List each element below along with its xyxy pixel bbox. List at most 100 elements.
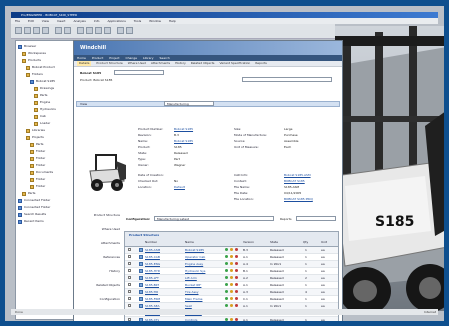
- status-icon[interactable]: [235, 255, 238, 258]
- attribute-link[interactable]: BOBCAT S185: [284, 179, 305, 183]
- cell-name[interactable]: Tire Assy: [185, 289, 221, 295]
- tree-item[interactable]: Workspaces: [18, 50, 76, 57]
- side-label[interactable]: References: [80, 255, 120, 259]
- checkbox-icon[interactable]: [128, 297, 131, 300]
- tree-item[interactable]: Connected Folder: [18, 197, 76, 204]
- edit-icon[interactable]: [230, 283, 233, 286]
- subtab-product-structure[interactable]: Product Structure: [96, 61, 122, 66]
- menu-view[interactable]: View: [42, 19, 49, 23]
- view-select[interactable]: Manufacturing: [164, 101, 214, 106]
- tree-item[interactable]: Products: [18, 57, 76, 64]
- table-row[interactable]: S185-ASM Bobcat S185 B.3 Released 1 ea: [125, 247, 338, 254]
- side-label[interactable]: Related Objects: [80, 283, 120, 287]
- edit-icon[interactable]: [230, 255, 233, 258]
- cell-name[interactable]: Lift Arm: [185, 275, 221, 281]
- edit-icon[interactable]: [230, 248, 233, 251]
- new-icon[interactable]: [15, 27, 22, 34]
- table-row[interactable]: S185-LFT Lift Arm A.2 Released 2 ea: [125, 275, 338, 282]
- subtab-related-objects[interactable]: Related Objects: [191, 61, 215, 66]
- view-icon[interactable]: [225, 269, 228, 272]
- table-row[interactable]: S185-HYD Hydraulic Sys B.1 Released 1 ea: [125, 268, 338, 275]
- checkbox-icon[interactable]: [128, 283, 131, 286]
- checkbox-icon[interactable]: [128, 290, 131, 293]
- menu-analysis[interactable]: Analysis: [73, 19, 85, 23]
- edit-icon[interactable]: [230, 269, 233, 272]
- tree-item[interactable]: Bobcat Product: [18, 64, 76, 71]
- cell-name[interactable]: Operator Cab: [185, 254, 221, 260]
- status-icon[interactable]: [235, 297, 238, 300]
- edit-icon[interactable]: [230, 297, 233, 300]
- status-icon[interactable]: [235, 304, 238, 307]
- col-state[interactable]: State: [270, 240, 278, 244]
- tree-item[interactable]: Folder: [18, 176, 76, 183]
- menu-info[interactable]: Info: [94, 19, 100, 23]
- edit-icon[interactable]: [230, 262, 233, 265]
- tree-item[interactable]: Documents: [18, 169, 76, 176]
- col-qty[interactable]: Qty: [303, 240, 308, 244]
- table-row[interactable]: S185-CTL Controls A.1 Released 1 ea: [125, 317, 338, 321]
- view-icon[interactable]: [225, 290, 228, 293]
- edit-icon[interactable]: [230, 304, 233, 307]
- refit-icon[interactable]: [95, 27, 102, 34]
- tree-item[interactable]: Folder: [18, 183, 76, 190]
- cell-name[interactable]: Bobcat S185: [185, 247, 221, 253]
- checkbox-icon[interactable]: [128, 304, 131, 307]
- status-icon[interactable]: [235, 290, 238, 293]
- status-icon[interactable]: [235, 318, 238, 321]
- menu-window[interactable]: Window: [149, 19, 161, 23]
- cell-name[interactable]: Bucket 68": [185, 282, 221, 288]
- col-name[interactable]: Name: [185, 240, 194, 244]
- attribute-link[interactable]: Bobcat S185: [174, 139, 193, 143]
- table-row[interactable]: S185-ENG Engine Assy A.4 In Work 1 ea: [125, 261, 338, 268]
- product-thumbnail[interactable]: [84, 149, 130, 193]
- cad-3d-viewport[interactable]: S185: [335, 26, 444, 311]
- status-icon[interactable]: [235, 262, 238, 265]
- view-icon[interactable]: [225, 255, 228, 258]
- subtab-details[interactable]: Details: [77, 61, 92, 66]
- attribute-link[interactable]: Bobcat S185.ASM: [284, 173, 311, 177]
- print-icon[interactable]: [42, 27, 49, 34]
- model-tree[interactable]: Browser Workspaces Products Bobcat Product F…: [15, 40, 79, 320]
- tree-item[interactable]: Browser: [18, 43, 76, 50]
- view-icon[interactable]: [225, 248, 228, 251]
- view-icon[interactable]: [225, 297, 228, 300]
- attribute-link[interactable]: BOBCAT S185 PROJ: [284, 197, 313, 201]
- zoom-out-icon[interactable]: [86, 27, 93, 34]
- tree-item[interactable]: Parts: [18, 141, 76, 148]
- subtab-attachments[interactable]: Attachments: [151, 61, 170, 66]
- cell-num[interactable]: S185-ENG: [145, 261, 160, 267]
- status-icon[interactable]: [235, 248, 238, 251]
- view-icon[interactable]: [225, 318, 228, 321]
- col-version[interactable]: Version: [243, 240, 254, 244]
- status-icon[interactable]: [235, 276, 238, 279]
- status-icon[interactable]: [235, 283, 238, 286]
- checkbox-icon[interactable]: [128, 269, 131, 272]
- edit-icon[interactable]: [230, 276, 233, 279]
- redo-icon[interactable]: [64, 27, 71, 34]
- cell-num[interactable]: S185-CAB: [145, 254, 160, 260]
- checkbox-icon[interactable]: [128, 276, 131, 279]
- cell-num[interactable]: S185-FUL: [145, 324, 159, 325]
- wireframe-icon[interactable]: [126, 27, 133, 34]
- tree-item[interactable]: Engine: [18, 99, 76, 106]
- subtab-where-used[interactable]: Where Used: [128, 61, 146, 66]
- action-field[interactable]: [242, 77, 332, 82]
- table-row[interactable]: S185-FUL Fuel Tank A.1 Released 1 ea: [125, 324, 338, 325]
- cell-num[interactable]: S185-BKT: [145, 282, 159, 288]
- attribute-link[interactable]: Default: [174, 185, 185, 189]
- menu-file[interactable]: File: [15, 19, 20, 23]
- side-label[interactable]: Product Structure: [80, 213, 120, 217]
- checkbox-icon[interactable]: [128, 255, 131, 258]
- subtab-reports[interactable]: Reports: [255, 61, 267, 66]
- open-icon[interactable]: [24, 27, 31, 34]
- tree-item[interactable]: Projects: [18, 134, 76, 141]
- edit-icon[interactable]: [230, 318, 233, 321]
- subtab-variant-spec[interactable]: Variant Specification: [219, 61, 250, 66]
- menu-edit[interactable]: Edit: [28, 19, 34, 23]
- tree-item[interactable]: Folder: [18, 155, 76, 162]
- cell-name[interactable]: Engine Assy: [185, 261, 221, 267]
- view-icon[interactable]: [225, 304, 228, 307]
- side-label[interactable]: Configuration: [80, 297, 120, 301]
- tree-item[interactable]: Libraries: [18, 127, 76, 134]
- cell-name[interactable]: Controls: [185, 317, 221, 321]
